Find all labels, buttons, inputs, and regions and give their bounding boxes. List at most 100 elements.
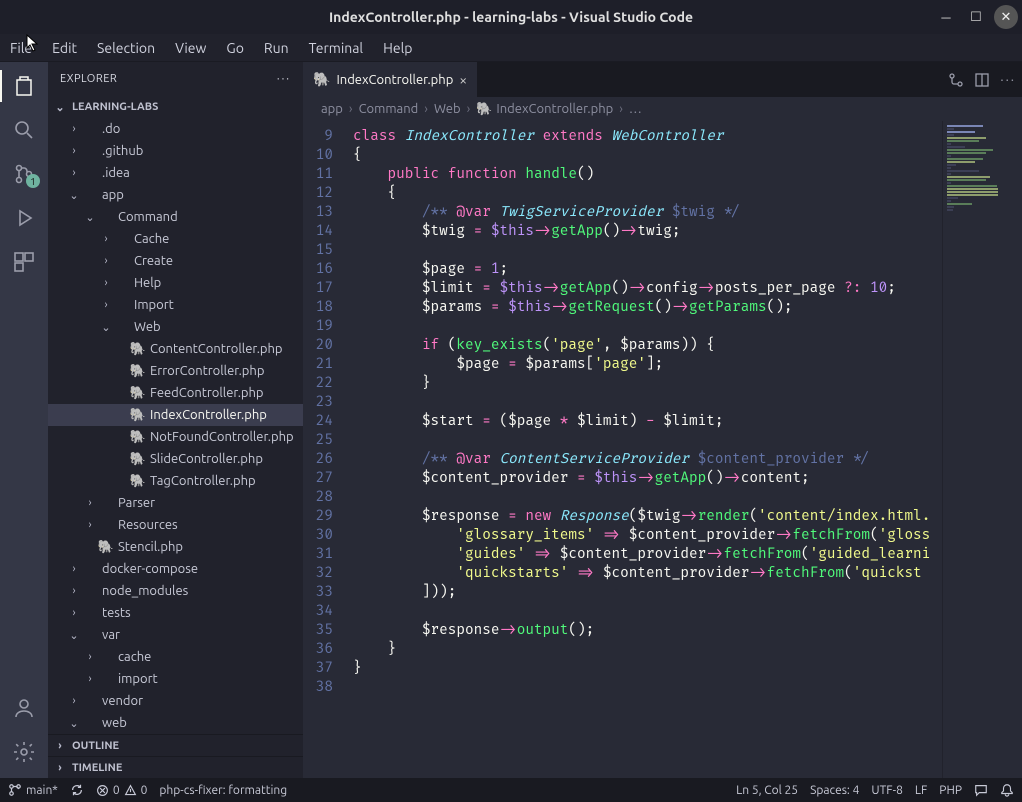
tree-item[interactable]: ›Create [48,250,303,272]
tree-item[interactable]: 🐘ContentController.php [48,338,303,360]
tab-active[interactable]: 🐘 IndexController.php × [303,62,478,97]
tree-item[interactable]: ⌄Command [48,206,303,228]
folder-icon [114,231,130,247]
folder-icon [114,319,130,335]
tree-item[interactable]: ⌄var [48,624,303,646]
close-icon[interactable]: × [459,72,467,88]
breadcrumb-item[interactable]: app [321,102,343,116]
tree-item[interactable]: ›tests [48,602,303,624]
tab-bar: 🐘 IndexController.php × ··· [303,62,1022,97]
branch-label: main* [26,784,58,797]
tree-item-label: cache [118,650,151,664]
php-icon: 🐘 [130,473,146,489]
php-icon: 🐘 [98,539,114,555]
tree-item-label: Help [134,276,161,290]
breadcrumb[interactable]: app›Command›Web›🐘IndexController.php›… [303,97,1022,121]
tree-item[interactable]: 🐘Stencil.php [48,536,303,558]
menu-selection[interactable]: Selection [87,36,165,60]
tree-item[interactable]: ›Help [48,272,303,294]
split-editor-icon[interactable] [974,72,990,88]
tree-item[interactable]: ›.github [48,140,303,162]
search-icon[interactable] [8,114,40,146]
tree-item[interactable]: ›.do [48,118,303,140]
breadcrumb-item[interactable]: Command [359,102,419,116]
tree-item-label: import [118,672,158,686]
statusbar: main* 0 0 php-cs-fixer: formatting Ln 5,… [0,778,1022,802]
timeline-section[interactable]: › TIMELINE [48,756,303,778]
code-content[interactable]: class IndexController extends WebControl… [353,121,942,778]
tree-item[interactable]: › node_modules [48,580,303,602]
eol-item[interactable]: LF [915,784,927,797]
menu-edit[interactable]: Edit [42,36,87,60]
menu-view[interactable]: View [165,36,216,60]
tree-item-label: NotFoundController.php [150,430,294,444]
project-section[interactable]: ⌄ LEARNING-LABS [48,96,303,118]
sync-item[interactable] [70,783,84,797]
bell-icon[interactable] [1000,783,1014,797]
compare-icon[interactable] [948,72,964,88]
branch-item[interactable]: main* [8,783,58,797]
outline-section[interactable]: › OUTLINE [48,734,303,756]
tree-item[interactable]: ›Parser [48,492,303,514]
breadcrumb-item[interactable]: 🐘IndexController.php [476,102,613,117]
tree-item[interactable]: ⌄Web [48,316,303,338]
account-icon[interactable] [8,692,40,724]
settings-gear-icon[interactable] [8,736,40,768]
extensions-icon[interactable] [8,246,40,278]
menu-run[interactable]: Run [254,36,299,60]
tree-item-label: node_modules [102,584,188,598]
tree-item-label: Resources [118,518,178,532]
chevron-down-icon: ⌄ [52,99,68,115]
chevron-right-icon: › [66,583,82,599]
tree-item-label: .idea [102,166,130,180]
problems-item[interactable]: 0 0 [96,784,148,797]
tree-item[interactable]: 🐘ErrorController.php [48,360,303,382]
breadcrumb-item[interactable]: … [629,102,642,116]
more-icon[interactable]: ··· [1000,73,1016,87]
tree-item-label: IndexController.php [150,408,267,422]
tree-item[interactable]: ›Import [48,294,303,316]
tree-item[interactable]: 🐘TagController.php [48,470,303,492]
feedback-icon[interactable] [974,783,988,797]
chevron-right-icon: › [82,671,98,687]
tree-item[interactable]: ›cache [48,646,303,668]
debug-icon[interactable] [8,202,40,234]
tree-item[interactable]: 🐘IndexController.php [48,404,303,426]
tree-item[interactable]: ›docker-compose [48,558,303,580]
more-icon[interactable]: ··· [277,73,291,85]
menu-help[interactable]: Help [373,36,422,60]
tree-item[interactable]: ›Resources [48,514,303,536]
maximize-button[interactable]: ☐ [964,5,988,29]
tree-item-label: .github [102,144,143,158]
folder-icon [82,627,98,643]
tree-item[interactable]: 🐘NotFoundController.php [48,426,303,448]
tree-item[interactable]: ›vendor [48,690,303,712]
breadcrumb-item[interactable]: Web [434,102,461,116]
minimize-button[interactable]: ─ [934,5,958,29]
menu-file[interactable]: File [4,36,42,60]
cursor-position[interactable]: Ln 5, Col 25 [736,784,798,797]
tree-item[interactable]: 🐘FeedController.php [48,382,303,404]
tree-item[interactable]: ⌄app [48,184,303,206]
tree-item[interactable]: 🐘SlideController.php [48,448,303,470]
explorer-icon[interactable] [8,70,40,102]
minimap[interactable] [942,121,1022,778]
tree-item[interactable]: ›.idea [48,162,303,184]
formatter-item[interactable]: php-cs-fixer: formatting [159,784,287,797]
source-control-icon[interactable]: 1 [8,158,40,190]
close-button[interactable]: ✕ [994,5,1018,29]
chevron-down-icon: ⌄ [66,187,82,203]
menu-go[interactable]: Go [216,36,253,60]
sidebar-title: EXPLORER ··· [48,62,303,96]
editor: 🐘 IndexController.php × ··· app›Command›… [303,62,1022,778]
tree-item[interactable]: ›Cache [48,228,303,250]
folder-icon [82,693,98,709]
window-title: IndexController.php - learning-labs - Vi… [329,9,693,25]
tree-item[interactable]: ⌄web [48,712,303,734]
indent-item[interactable]: Spaces: 4 [810,784,859,797]
tree-item-label: docker-compose [102,562,198,576]
tree-item[interactable]: › import [48,668,303,690]
lang-item[interactable]: PHP [939,784,962,797]
menu-terminal[interactable]: Terminal [299,36,374,60]
encoding-item[interactable]: UTF-8 [871,784,902,797]
